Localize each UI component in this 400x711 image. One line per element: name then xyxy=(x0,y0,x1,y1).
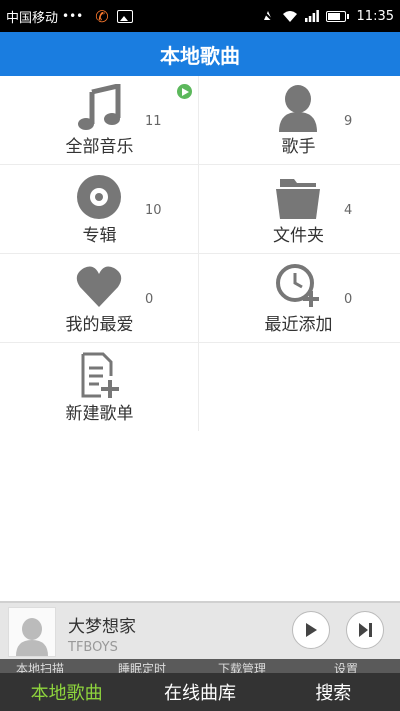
heart-icon xyxy=(75,262,123,310)
category-new-playlist[interactable]: 新建歌单 xyxy=(0,343,199,431)
status-right: 11:35 xyxy=(261,9,394,24)
image-notification-icon xyxy=(116,9,133,23)
tools-toolbar: 本地扫描 睡眠定时 下载管理 设置 xyxy=(0,659,400,676)
category-count: 0 xyxy=(145,292,154,307)
wifi-icon xyxy=(282,10,297,22)
mini-player[interactable]: 大梦想家 TFBOYS xyxy=(0,601,400,661)
category-label: 全部音乐 xyxy=(65,137,134,157)
carrier-name: 中国移动 xyxy=(6,10,59,26)
category-count: 11 xyxy=(145,114,162,129)
singer-icon xyxy=(274,84,322,132)
current-song-title: 大梦想家 xyxy=(68,617,136,637)
missed-call-icon: ✆ xyxy=(95,6,109,26)
play-icon xyxy=(306,623,317,637)
empty-cell xyxy=(199,343,398,431)
category-label: 歌手 xyxy=(281,137,316,157)
clock: 11:35 xyxy=(356,8,394,24)
category-singers[interactable]: 歌手 9 xyxy=(199,76,398,164)
mute-icon xyxy=(261,10,274,22)
category-favorites[interactable]: 我的最爱 0 xyxy=(0,254,199,342)
play-button[interactable] xyxy=(292,611,330,649)
next-track-icon xyxy=(359,623,372,637)
category-count: 10 xyxy=(145,203,162,218)
category-count: 0 xyxy=(344,292,353,307)
category-all-music[interactable]: 全部音乐 11 xyxy=(0,76,199,164)
clock-add-icon xyxy=(274,262,322,310)
battery-icon xyxy=(325,10,349,22)
album-disc-icon xyxy=(75,173,123,221)
current-song-artist: TFBOYS xyxy=(68,640,118,655)
now-playing-badge xyxy=(177,84,192,99)
category-label: 最近添加 xyxy=(264,315,333,335)
category-folders[interactable]: 文件夹 4 xyxy=(199,165,398,253)
music-note-icon xyxy=(75,84,123,132)
album-art-thumbnail[interactable] xyxy=(8,607,56,657)
category-label: 文件夹 xyxy=(273,226,324,246)
next-button[interactable] xyxy=(346,611,384,649)
folder-icon xyxy=(274,173,322,221)
tab-local-songs[interactable]: 本地歌曲 xyxy=(0,673,133,711)
category-grid: 全部音乐 11 歌手 9 专辑 10 文件夹 4 我的最爱 0 最近添加 0 新… xyxy=(0,76,400,431)
tab-online-library[interactable]: 在线曲库 xyxy=(133,673,266,711)
category-recent[interactable]: 最近添加 0 xyxy=(199,254,398,342)
page-title: 本地歌曲 xyxy=(0,32,400,76)
category-count: 4 xyxy=(344,203,353,218)
signal-icon xyxy=(304,10,319,22)
category-label: 新建歌单 xyxy=(65,404,134,424)
bottom-tabs: 本地歌曲 在线曲库 搜索 xyxy=(0,673,400,711)
status-bar: 中国移动 ••• ✆ 11:35 xyxy=(0,0,400,32)
tab-search[interactable]: 搜索 xyxy=(267,673,400,711)
status-dots: ••• xyxy=(62,9,84,23)
category-count: 9 xyxy=(344,114,353,129)
new-playlist-icon xyxy=(75,351,123,399)
category-label: 我的最爱 xyxy=(65,315,134,335)
category-label: 专辑 xyxy=(82,226,117,246)
category-albums[interactable]: 专辑 10 xyxy=(0,165,199,253)
